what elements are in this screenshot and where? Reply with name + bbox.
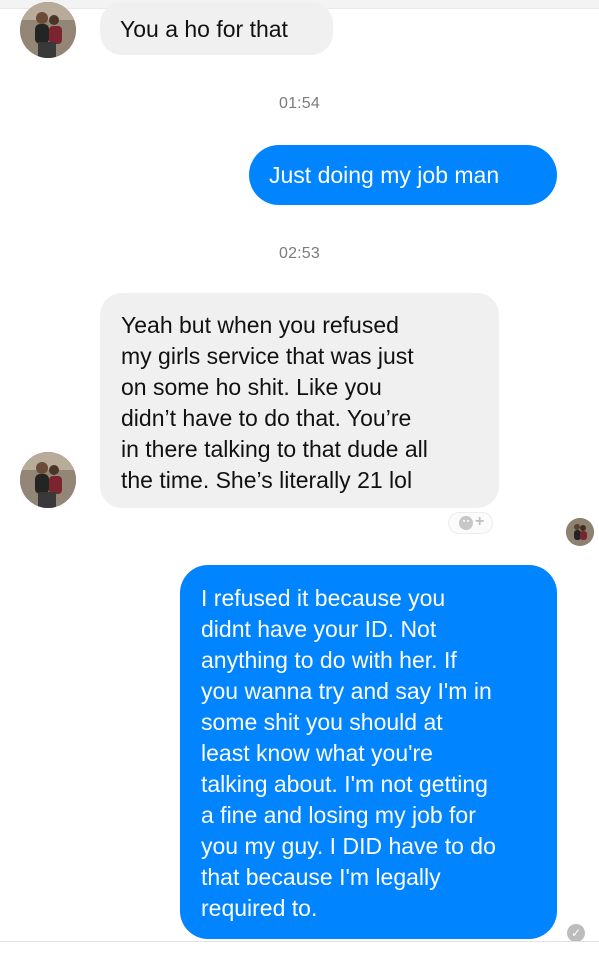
smiley-icon	[459, 516, 473, 530]
bottom-divider	[0, 941, 599, 954]
message-timestamp: 01:54	[278, 95, 321, 112]
seen-avatar	[566, 518, 594, 546]
user-avatar	[20, 2, 76, 58]
message-timestamp: 02:53	[278, 245, 321, 262]
message-bubble-outgoing[interactable]: Just doing my job man	[249, 145, 557, 205]
user-avatar	[20, 452, 76, 508]
plus-icon: +	[475, 513, 485, 530]
message-bubble-incoming[interactable]: Yeah but when you refused my girls servi…	[100, 293, 499, 508]
user-avatar	[566, 518, 594, 546]
add-reaction-icon[interactable]: +	[448, 512, 493, 534]
seen-check-icon: ✓	[567, 924, 585, 942]
sender-avatar[interactable]	[20, 452, 76, 508]
message-bubble-incoming[interactable]: You a ho for that	[100, 2, 333, 55]
message-bubble-outgoing[interactable]: I refused it because you didnt have your…	[180, 565, 557, 939]
sender-avatar-top[interactable]	[20, 2, 76, 58]
